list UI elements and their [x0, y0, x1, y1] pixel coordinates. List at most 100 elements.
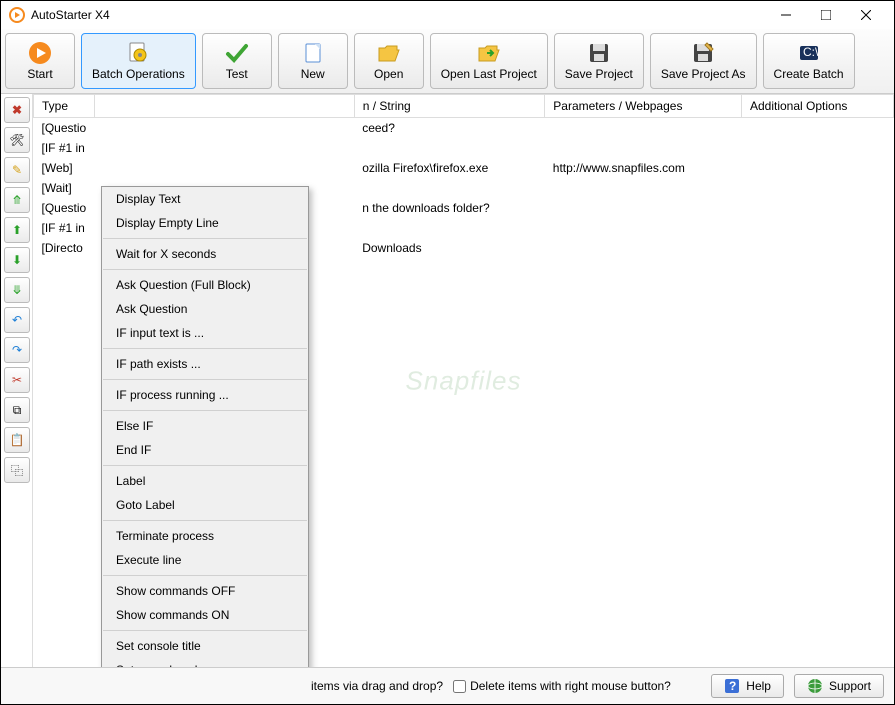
support-button[interactable]: Support	[794, 674, 884, 698]
toolbar-label: Save Project	[565, 67, 633, 81]
move-bottom-button[interactable]: ⤋	[4, 277, 30, 303]
menu-item[interactable]: IF path exists ...	[102, 352, 308, 376]
table-cell	[94, 158, 354, 178]
toolbar-label: Test	[226, 67, 248, 81]
arrow-down-icon: ⬇	[12, 253, 22, 267]
folder-open-icon	[377, 41, 401, 65]
menu-item[interactable]: IF process running ...	[102, 383, 308, 407]
save-project-as-button[interactable]: Save Project As	[650, 33, 757, 89]
undo-icon: ↶	[12, 313, 22, 327]
close-button[interactable]	[846, 3, 886, 27]
undo-button[interactable]: ↶	[4, 307, 30, 333]
table-cell	[741, 218, 893, 238]
gear-document-icon	[126, 41, 150, 65]
table-cell: n the downloads folder?	[354, 198, 545, 218]
copy-button[interactable]: ⧉	[4, 397, 30, 423]
move-up-button[interactable]: ⬆	[4, 217, 30, 243]
double-arrow-down-icon: ⤋	[12, 283, 22, 297]
move-drag-option[interactable]: items via drag and drop?	[311, 679, 443, 693]
table-row[interactable]: [Questioceed?	[34, 118, 894, 138]
button-label: Help	[746, 679, 771, 693]
svg-text:C:\: C:\	[803, 45, 819, 59]
create-batch-button[interactable]: C:\ Create Batch	[763, 33, 855, 89]
option-label: Delete items with right mouse button?	[470, 679, 671, 693]
open-button[interactable]: Open	[354, 33, 424, 89]
watermark: Snapfiles	[406, 365, 522, 396]
menu-item[interactable]: Label	[102, 469, 308, 493]
move-top-button[interactable]: ⤊	[4, 187, 30, 213]
toolbar-label: Create Batch	[774, 67, 844, 81]
help-button[interactable]: ? Help	[711, 674, 784, 698]
delete-button[interactable]: ✖	[4, 97, 30, 123]
table-cell	[545, 218, 742, 238]
table-cell	[545, 118, 742, 138]
batch-operations-button[interactable]: Batch Operations	[81, 33, 196, 89]
move-down-button[interactable]: ⬇	[4, 247, 30, 273]
menu-item[interactable]: Ask Question (Full Block)	[102, 273, 308, 297]
menu-item[interactable]: Wait for X seconds	[102, 242, 308, 266]
new-button[interactable]: New	[278, 33, 348, 89]
redo-icon: ↷	[12, 343, 22, 357]
menu-separator	[103, 269, 307, 270]
table-cell: [Questio	[34, 198, 95, 218]
batch-operations-menu: Display TextDisplay Empty Line Wait for X…	[101, 186, 309, 667]
menu-item[interactable]: Else IF	[102, 414, 308, 438]
menu-item[interactable]: Ask Question	[102, 297, 308, 321]
edit-button[interactable]: ✎	[4, 157, 30, 183]
start-button[interactable]: Start	[5, 33, 75, 89]
arrow-up-icon: ⬆	[12, 223, 22, 237]
toolbar-label: Open	[374, 67, 403, 81]
menu-item[interactable]: Terminate process	[102, 524, 308, 548]
table-cell	[354, 218, 545, 238]
menu-item[interactable]: Display Empty Line	[102, 211, 308, 235]
col-string[interactable]: n / String	[354, 95, 545, 118]
table-cell	[741, 178, 893, 198]
redo-button[interactable]: ↷	[4, 337, 30, 363]
svg-text:?: ?	[729, 679, 736, 693]
menu-item[interactable]: Goto Label	[102, 493, 308, 517]
cut-button[interactable]: ✂	[4, 367, 30, 393]
delete-rmb-option[interactable]: Delete items with right mouse button?	[453, 679, 671, 693]
save-icon	[587, 41, 611, 65]
help-icon: ?	[724, 678, 740, 694]
menu-separator	[103, 575, 307, 576]
table-cell	[545, 178, 742, 198]
menu-item[interactable]: Display Text	[102, 187, 308, 211]
double-arrow-up-icon: ⤊	[12, 193, 22, 207]
table-cell	[94, 118, 354, 138]
option-label: items via drag and drop?	[311, 679, 443, 693]
save-project-button[interactable]: Save Project	[554, 33, 644, 89]
maximize-button[interactable]	[806, 3, 846, 27]
open-last-project-button[interactable]: Open Last Project	[430, 33, 548, 89]
delete-rmb-checkbox[interactable]	[453, 680, 466, 693]
menu-separator	[103, 348, 307, 349]
save-as-icon	[691, 41, 715, 65]
table-cell	[545, 138, 742, 158]
duplicate-button[interactable]: ⿻	[4, 457, 30, 483]
menu-item[interactable]: IF input text is ...	[102, 321, 308, 345]
app-icon	[9, 7, 25, 23]
col-params[interactable]: Parameters / Webpages	[545, 95, 742, 118]
table-cell	[741, 238, 893, 258]
menu-item[interactable]: Execute line	[102, 548, 308, 572]
menu-separator	[103, 520, 307, 521]
menu-item[interactable]: Show commands ON	[102, 603, 308, 627]
titlebar: AutoStarter X4	[1, 1, 894, 29]
menu-item[interactable]: Set console title	[102, 634, 308, 658]
menu-separator	[103, 238, 307, 239]
col-options[interactable]: Additional Options	[741, 95, 893, 118]
table-cell	[545, 198, 742, 218]
tool-button[interactable]: 🛠	[4, 127, 30, 153]
table-row[interactable]: [IF #1 in	[34, 138, 894, 158]
table-row[interactable]: [Web]ozilla Firefox\firefox.exehttp://ww…	[34, 158, 894, 178]
minimize-button[interactable]	[766, 3, 806, 27]
col-type[interactable]: Type	[34, 95, 95, 118]
menu-item[interactable]: Show commands OFF	[102, 579, 308, 603]
test-button[interactable]: Test	[202, 33, 272, 89]
menu-separator	[103, 630, 307, 631]
table-cell: [Wait]	[34, 178, 95, 198]
menu-item[interactable]: Set console colors	[102, 658, 308, 667]
menu-item[interactable]: End IF	[102, 438, 308, 462]
toolbar-label: Batch Operations	[92, 67, 185, 81]
paste-button[interactable]: 📋	[4, 427, 30, 453]
